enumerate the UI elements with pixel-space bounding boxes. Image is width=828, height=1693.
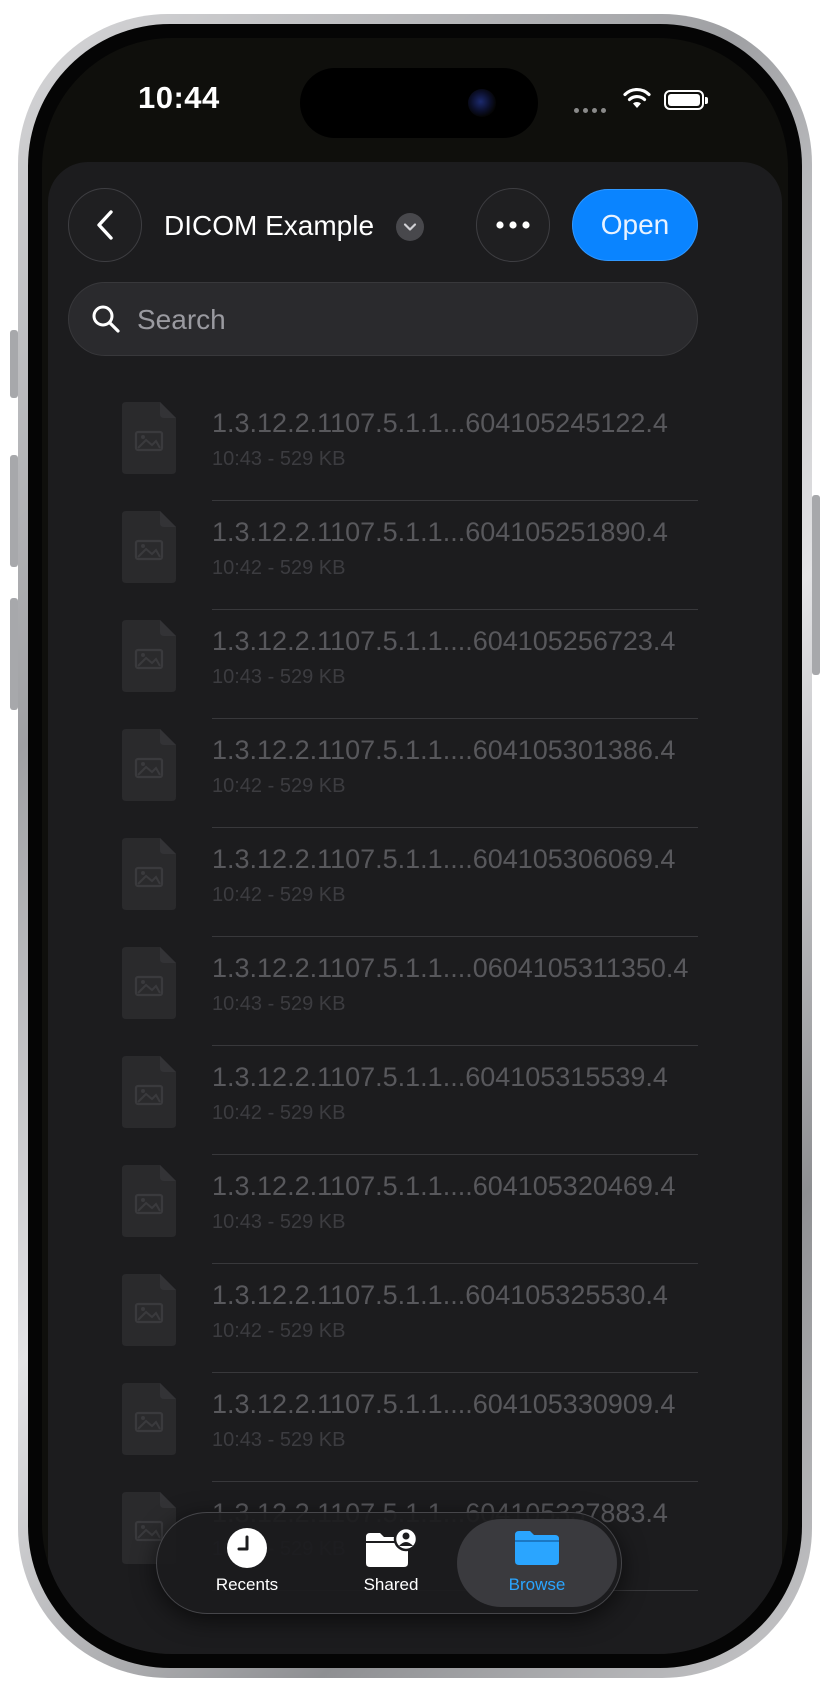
file-meta: 10:42 - 529 KB [212, 1320, 346, 1342]
image-file-icon [122, 1056, 176, 1128]
file-row[interactable]: 1.3.12.2.1107.5.1.1...604105245122.4 10:4… [48, 392, 782, 501]
status-time: 10:44 [138, 80, 220, 115]
screen: 10:44 DICOM Example Open Search 1.3.12.2… [42, 38, 788, 1654]
search-placeholder: Search [137, 304, 226, 335]
cellular-signal-icon [574, 105, 612, 115]
file-name: 1.3.12.2.1107.5.1.1....0604105311350.4 [212, 953, 689, 983]
ellipsis-icon [496, 221, 530, 229]
file-row[interactable]: 1.3.12.2.1107.5.1.1....604105306069.4 10:… [48, 828, 782, 937]
file-name: 1.3.12.2.1107.5.1.1....604105256723.4 [212, 626, 676, 656]
image-file-icon [122, 620, 176, 692]
document-picker-sheet: DICOM Example Open Search 1.3.12.2.1107.… [48, 162, 782, 1654]
image-file-icon [122, 511, 176, 583]
status-bar: 10:44 [42, 38, 788, 148]
back-button[interactable] [68, 188, 142, 262]
file-meta: 10:42 - 529 KB [212, 557, 346, 579]
image-file-icon [122, 729, 176, 801]
open-button[interactable]: Open [572, 189, 698, 261]
power-button [812, 495, 820, 675]
image-file-icon [122, 1383, 176, 1455]
clock-icon [227, 1528, 267, 1568]
file-row[interactable]: 1.3.12.2.1107.5.1.1...604105315539.4 10:4… [48, 1046, 782, 1155]
file-name: 1.3.12.2.1107.5.1.1...604105245122.4 [212, 408, 668, 438]
file-row[interactable]: 1.3.12.2.1107.5.1.1....604105320469.4 10:… [48, 1155, 782, 1264]
wifi-icon [623, 87, 651, 108]
battery-icon [664, 90, 708, 110]
tab-label: Recents [215, 1575, 279, 1594]
file-meta: 10:42 - 529 KB [212, 884, 346, 906]
folder-title[interactable]: DICOM Example [164, 210, 374, 242]
search-icon [92, 305, 120, 333]
file-row[interactable]: 1.3.12.2.1107.5.1.1...604105251890.4 10:4… [48, 501, 782, 610]
file-meta: 10:43 - 529 KB [212, 993, 346, 1015]
image-file-icon [122, 1165, 176, 1237]
file-row[interactable]: 1.3.12.2.1107.5.1.1...604105325530.4 10:4… [48, 1264, 782, 1373]
file-meta: 10:43 - 529 KB [212, 448, 346, 470]
chevron-left-icon [97, 210, 113, 240]
file-name: 1.3.12.2.1107.5.1.1....604105330909.4 [212, 1389, 676, 1419]
action-button [10, 330, 18, 398]
file-name: 1.3.12.2.1107.5.1.1...604105251890.4 [212, 517, 668, 547]
file-meta: 10:42 - 529 KB [212, 1102, 346, 1124]
file-name: 1.3.12.2.1107.5.1.1....604105306069.4 [212, 844, 676, 874]
front-camera [468, 89, 496, 117]
file-name: 1.3.12.2.1107.5.1.1...604105315539.4 [212, 1062, 668, 1092]
file-row[interactable]: 1.3.12.2.1107.5.1.1....604105330909.4 10:… [48, 1373, 782, 1482]
file-meta: 10:43 - 529 KB [212, 1429, 346, 1451]
image-file-icon [122, 402, 176, 474]
file-row[interactable]: 1.3.12.2.1107.5.1.1....604105256723.4 10:… [48, 610, 782, 719]
file-meta: 10:43 - 529 KB [212, 1211, 346, 1233]
folder-icon [515, 1531, 559, 1565]
file-meta: 10:42 - 529 KB [212, 775, 346, 797]
tab-browse[interactable]: Browse [457, 1513, 617, 1613]
file-row[interactable]: 1.3.12.2.1107.5.1.1....0604105311350.4 10… [48, 937, 782, 1046]
chevron-down-icon[interactable] [396, 213, 424, 241]
file-row[interactable]: 1.3.12.2.1107.5.1.1....604105301386.4 10:… [48, 719, 782, 828]
image-file-icon [122, 1274, 176, 1346]
tab-recents[interactable]: Recents [167, 1513, 327, 1613]
volume-up-button [10, 455, 18, 567]
volume-down-button [10, 598, 18, 710]
shared-folder-icon [366, 1527, 418, 1567]
tab-bar: Recents Shared Browse [156, 1512, 622, 1614]
tab-label: Shared [363, 1575, 419, 1594]
file-meta: 10:43 - 529 KB [212, 666, 346, 688]
file-name: 1.3.12.2.1107.5.1.1....604105320469.4 [212, 1171, 676, 1201]
tab-label: Browse [508, 1575, 566, 1594]
file-name: 1.3.12.2.1107.5.1.1...604105325530.4 [212, 1280, 668, 1310]
more-options-button[interactable] [476, 188, 550, 262]
tab-shared[interactable]: Shared [311, 1513, 471, 1613]
dynamic-island [300, 68, 538, 138]
file-name: 1.3.12.2.1107.5.1.1....604105301386.4 [212, 735, 676, 765]
image-file-icon [122, 947, 176, 1019]
search-field[interactable]: Search [68, 282, 698, 356]
image-file-icon [122, 838, 176, 910]
